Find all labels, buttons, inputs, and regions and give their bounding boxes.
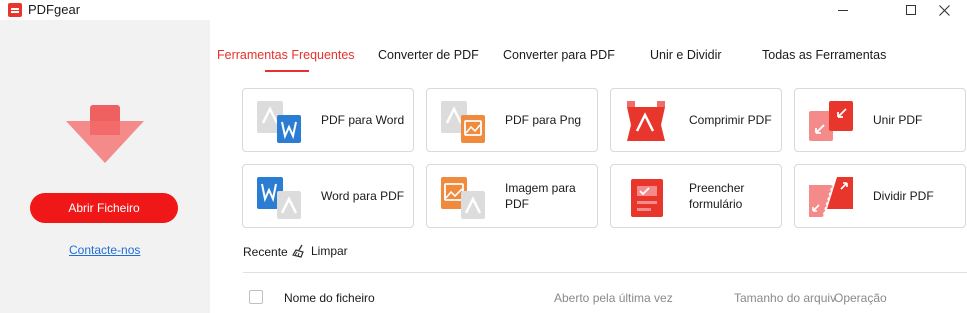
select-all-checkbox[interactable] [249, 290, 263, 304]
tool-label: PDF para Word [321, 113, 405, 127]
tool-label: Word para PDF [321, 189, 405, 203]
minimize-icon [838, 9, 848, 11]
word-to-pdf-icon [257, 177, 301, 219]
compress-pdf-icon [627, 101, 665, 141]
close-button[interactable] [921, 0, 967, 20]
pdf-to-png-icon [441, 101, 485, 143]
split-pdf-icon [809, 177, 853, 218]
tool-label: Imagem para PDF [505, 181, 576, 211]
drop-file-icon [66, 105, 144, 163]
tool-card-word-to-pdf[interactable]: Word para PDF [242, 164, 414, 228]
pdfgear-logo-icon [8, 3, 22, 17]
pdf-to-word-icon [257, 101, 301, 143]
column-header-size[interactable]: Tamanho do arquiv [734, 291, 836, 305]
active-tab-indicator [265, 70, 309, 72]
tool-label: Unir PDF [873, 113, 923, 127]
tool-card-pdf-to-word[interactable]: PDF para Word [242, 88, 414, 152]
tab-merge-split[interactable]: Unir e Dividir [650, 48, 722, 62]
tool-label: Preencher formulário [689, 181, 745, 211]
column-header-name[interactable]: Nome do ficheiro [284, 291, 375, 305]
tool-card-merge-pdf[interactable]: Unir PDF [794, 88, 966, 152]
tool-card-fill-form[interactable]: Preencher formulário [610, 164, 782, 228]
merge-pdf-icon [809, 101, 853, 141]
tool-card-split-pdf[interactable]: Dividir PDF [794, 164, 966, 228]
clear-recent-button[interactable]: Limpar [292, 244, 348, 258]
tab-convert-from-pdf[interactable]: Converter de PDF [378, 48, 479, 62]
image-to-pdf-icon [441, 177, 485, 219]
column-header-last-opened[interactable]: Aberto pela última vez [554, 291, 673, 305]
fill-form-icon [631, 179, 663, 217]
tab-convert-to-pdf[interactable]: Converter para PDF [503, 48, 615, 62]
tab-frequent-tools[interactable]: Ferramentas Frequentes [217, 48, 355, 62]
clear-label: Limpar [311, 244, 348, 258]
close-icon [938, 4, 950, 16]
recent-divider [243, 272, 967, 273]
maximize-icon [906, 5, 916, 15]
tool-label: Comprimir PDF [689, 113, 772, 127]
tool-label: PDF para Png [505, 113, 582, 127]
minimize-button[interactable] [820, 0, 866, 20]
title-bar: PDFgear [0, 0, 967, 20]
tool-card-image-to-pdf[interactable]: Imagem para PDF [426, 164, 598, 228]
tool-label: Dividir PDF [873, 189, 934, 203]
column-header-operation[interactable]: Operação [834, 291, 887, 305]
contact-link[interactable]: Contacte-nos [69, 243, 140, 257]
tool-card-pdf-to-png[interactable]: PDF para Png [426, 88, 598, 152]
tool-tabs: Ferramentas Frequentes Converter de PDF … [210, 20, 967, 72]
broom-icon [292, 244, 304, 258]
open-file-button[interactable]: Abrir Ficheiro [30, 193, 178, 223]
tab-all-tools[interactable]: Todas as Ferramentas [762, 48, 886, 62]
recent-label: Recente [243, 245, 288, 259]
tool-card-compress-pdf[interactable]: Comprimir PDF [610, 88, 782, 152]
left-panel: Abrir Ficheiro Contacte-nos [0, 20, 210, 313]
app-title: PDFgear [28, 2, 81, 17]
